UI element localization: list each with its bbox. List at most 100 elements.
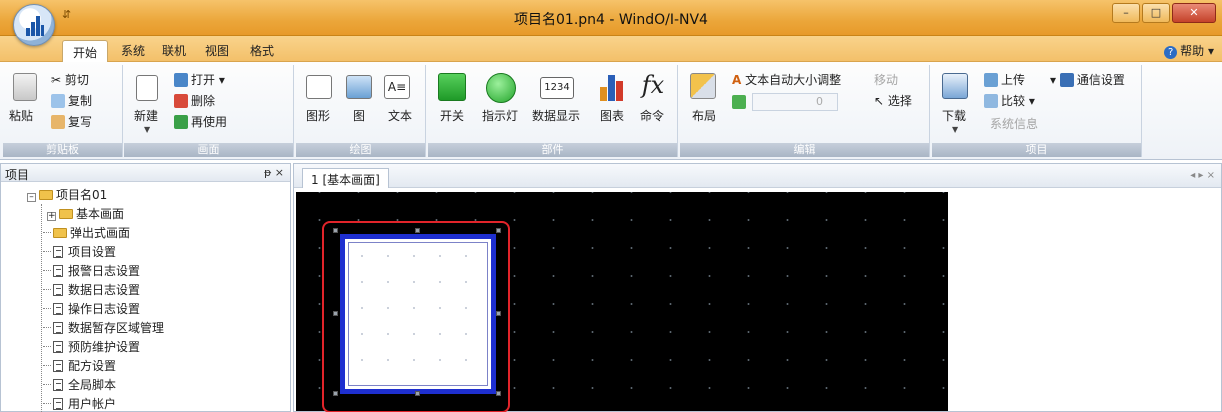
tree-item-alarm-log[interactable]: 报警日志设置 — [43, 262, 140, 281]
layout-button[interactable]: 布局 — [692, 107, 716, 124]
tree-item-preventive-maintenance[interactable]: 预防维护设置 — [43, 338, 140, 357]
resize-handle-w[interactable] — [333, 311, 338, 316]
group-label-parts: 部件 — [428, 143, 677, 157]
resize-handle-se[interactable] — [496, 391, 501, 396]
reuse-icon — [174, 115, 188, 129]
cut-button[interactable]: ✂ 剪切 — [51, 71, 89, 88]
text-button[interactable]: 文本 — [388, 107, 412, 124]
tree-item-recipe[interactable]: 配方设置 — [43, 357, 116, 376]
resize-handle-ne[interactable] — [496, 228, 501, 233]
copy-icon — [51, 94, 65, 108]
command-button[interactable]: 命令 — [640, 107, 664, 124]
rectangle-fill — [348, 242, 488, 386]
tree-item-data-storage[interactable]: 数据暂存区域管理 — [43, 319, 164, 338]
resize-handle-s[interactable] — [415, 391, 420, 396]
panel-pin-close-controls[interactable]: ᵽ × — [264, 166, 284, 179]
collapse-icon[interactable]: – — [27, 193, 36, 202]
project-panel-title: 项目 — [5, 168, 30, 182]
close-button[interactable]: ✕ — [1172, 3, 1216, 23]
shape-icon — [306, 75, 332, 99]
selected-rectangle-shape[interactable] — [340, 234, 496, 394]
tab-online[interactable]: 联机 — [162, 42, 186, 59]
tree-item-base-screen[interactable]: + 基本画面 — [47, 205, 124, 224]
tab-view[interactable]: 视图 — [205, 42, 229, 59]
tree-item-project-settings[interactable]: 项目设置 — [43, 243, 116, 262]
help-label: 帮助 — [1180, 44, 1205, 58]
group-draw: 图形 图 A≡ 文本 绘图 — [296, 65, 426, 157]
canvas-outside-area — [949, 192, 1219, 411]
comm-settings-icon — [1059, 73, 1074, 87]
resize-handle-n[interactable] — [415, 228, 420, 233]
app-menu-button[interactable] — [13, 4, 55, 46]
group-label-draw: 绘图 — [296, 143, 425, 157]
paste-button[interactable]: 粘贴 — [9, 107, 33, 124]
select-button[interactable]: ↖ 选择 — [874, 92, 912, 109]
auto-text-size-button[interactable]: A 文本自动大小调整 — [732, 71, 841, 88]
document-icon — [53, 398, 63, 410]
document-icon — [53, 360, 63, 372]
copy-button[interactable]: 复制 — [51, 92, 92, 109]
switch-button[interactable]: 开关 — [440, 107, 464, 124]
add-icon — [732, 95, 746, 109]
document-icon — [53, 246, 63, 258]
move-button[interactable]: 移动 — [874, 71, 898, 88]
download-button[interactable]: 下载 — [942, 107, 966, 124]
delete-icon — [174, 94, 188, 108]
tab-home[interactable]: 开始 — [62, 40, 109, 62]
group-edit: 布局 A 文本自动大小调整 0 移动 ↖ 选择 编辑 — [680, 65, 930, 157]
document-icon — [53, 303, 63, 315]
group-project: 下载 ▼ 上传 比较 ▾ 系统信息 ▾ 通信设置 项目 — [932, 65, 1142, 157]
command-icon: fx — [641, 71, 665, 99]
chart-button[interactable]: 图表 — [600, 107, 624, 124]
new-screen-button[interactable]: 新建 — [134, 107, 158, 124]
delete-screen-button[interactable]: 删除 — [174, 92, 215, 109]
window-title: 项目名01.pn4 - WindO/I-NV4 — [514, 12, 708, 28]
minimize-button[interactable]: – — [1112, 3, 1140, 23]
system-info-button[interactable]: 系统信息 — [990, 115, 1038, 132]
upload-button[interactable]: 上传 — [984, 71, 1025, 88]
resize-handle-nw[interactable] — [333, 228, 338, 233]
title-bar: ⇵ 项目名01.pn4 - WindO/I-NV4 – □ ✕ — [0, 0, 1222, 46]
help-button[interactable]: ? 帮助 ▾ — [1164, 42, 1214, 59]
expand-icon[interactable]: + — [47, 212, 56, 221]
ribbon-tab-bar: 开始 系统 联机 视图 格式 ? 帮助 ▾ — [0, 36, 1222, 62]
spin-value-field[interactable]: 0 — [752, 93, 838, 111]
open-screen-button[interactable]: 打开 ▾ — [174, 71, 225, 88]
comm-settings-button[interactable]: ▾ 通信设置 — [1050, 71, 1125, 88]
maximize-button[interactable]: □ — [1142, 3, 1170, 23]
tab-base-screen-1[interactable]: 1 [基本画面] — [302, 168, 389, 188]
auto-text-size-icon: A — [732, 73, 742, 87]
tab-format[interactable]: 格式 — [250, 42, 274, 59]
picture-icon — [346, 75, 372, 99]
document-icon — [53, 284, 63, 296]
tree-item-root[interactable]: – 项目名01 — [27, 186, 107, 205]
tree-item-popup-screen[interactable]: 弹出式画面 — [43, 224, 130, 243]
duplicate-button[interactable]: 复写 — [51, 113, 92, 130]
chart-icon — [598, 73, 626, 101]
ribbon: 粘贴 ✂ 剪切 复制 复写 剪贴板 新建 ▼ 打开 ▾ 删除 再使用 画面 图形… — [0, 62, 1222, 160]
reuse-screen-button[interactable]: 再使用 — [174, 113, 227, 130]
tab-system[interactable]: 系统 — [121, 42, 145, 59]
tree-item-data-log[interactable]: 数据日志设置 — [43, 281, 140, 300]
resize-handle-e[interactable] — [496, 311, 501, 316]
group-screen: 新建 ▼ 打开 ▾ 删除 再使用 画面 — [124, 65, 294, 157]
editor-tab-controls[interactable]: ◂ ▸ × — [1190, 170, 1215, 181]
tree-item-global-script[interactable]: 全局脚本 — [43, 376, 116, 395]
edit-canvas[interactable] — [296, 192, 948, 412]
help-icon: ? — [1164, 46, 1178, 59]
tree-item-operation-log[interactable]: 操作日志设置 — [43, 300, 140, 319]
group-label-screen: 画面 — [124, 143, 293, 157]
compare-icon — [984, 94, 998, 108]
picture-button[interactable]: 图 — [353, 107, 365, 124]
pilot-lamp-icon — [486, 73, 516, 103]
text-icon: A≡ — [384, 75, 410, 99]
shape-button[interactable]: 图形 — [306, 107, 330, 124]
new-screen-dropdown-icon[interactable]: ▼ — [144, 125, 150, 134]
numeric-display-button[interactable]: 数据显示 — [532, 107, 580, 124]
pilot-lamp-button[interactable]: 指示灯 — [482, 107, 518, 124]
group-clipboard: 粘贴 ✂ 剪切 复制 复写 剪贴板 — [3, 65, 123, 157]
compare-button[interactable]: 比较 ▾ — [984, 92, 1035, 109]
tree-item-user-account[interactable]: 用户帐户 — [43, 395, 116, 412]
download-dropdown-icon[interactable]: ▼ — [952, 125, 958, 134]
resize-handle-sw[interactable] — [333, 391, 338, 396]
